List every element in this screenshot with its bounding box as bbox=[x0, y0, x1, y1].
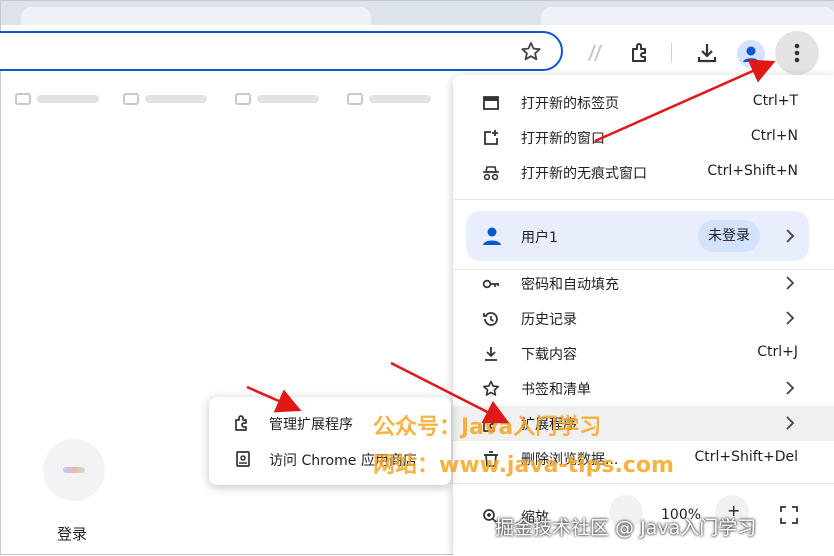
annotation-arrows bbox=[246, 59, 776, 424]
arrow-to-extensions bbox=[390, 361, 510, 424]
arrow-to-menu-button bbox=[594, 59, 776, 143]
arrow-to-manage-extensions bbox=[246, 385, 302, 413]
browser-window: 登录 打开新的标签页 Ctrl+T 打开新的窗口 Ctrl+N 打开新的无痕式窗… bbox=[0, 0, 834, 556]
